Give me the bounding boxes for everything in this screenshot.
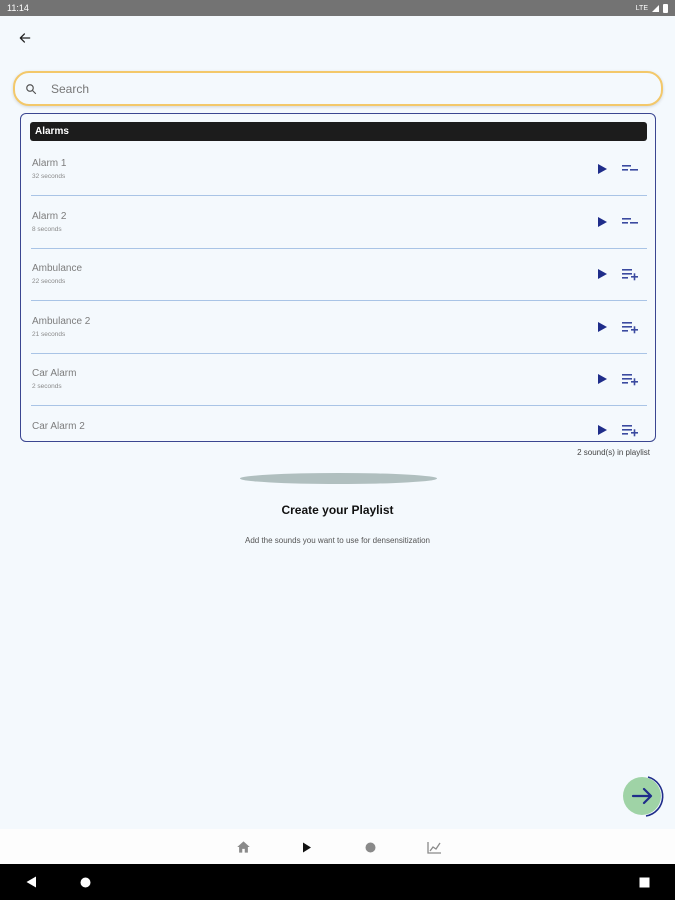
- battery-icon: [663, 3, 668, 13]
- status-icons: LTE: [635, 3, 668, 13]
- sound-duration: 2 seconds: [32, 383, 62, 390]
- circle-icon: [365, 842, 375, 852]
- category-header: Alarms: [30, 122, 647, 141]
- sound-duration: 8 seconds: [32, 226, 62, 233]
- sound-row[interactable]: Car Alarm 2: [31, 407, 647, 441]
- playlist-subtitle: Add the sounds you want to use for dense…: [244, 536, 430, 545]
- sound-row[interactable]: Alarm 2 8 seconds: [31, 197, 647, 249]
- sound-row[interactable]: Car Alarm 2 seconds: [31, 354, 647, 406]
- system-home-button[interactable]: [76, 873, 94, 891]
- system-recents-button[interactable]: [635, 873, 653, 891]
- triangle-back-icon: [26, 876, 36, 888]
- nav-home[interactable]: [233, 837, 253, 857]
- sound-duration: 22 seconds: [32, 278, 66, 285]
- category-name: Alarms: [35, 126, 69, 137]
- nav-stats[interactable]: [424, 837, 444, 857]
- sound-title: Ambulance 2: [32, 316, 91, 327]
- play-icon[interactable]: [596, 321, 608, 333]
- home-icon: [236, 841, 250, 853]
- play-icon[interactable]: [596, 268, 608, 280]
- arrow-left-icon: [19, 33, 31, 43]
- nav-play[interactable]: [297, 837, 317, 857]
- nav-record[interactable]: [360, 837, 380, 857]
- playlist-remove-icon[interactable]: [621, 215, 639, 229]
- play-icon[interactable]: [596, 424, 608, 436]
- chart-icon: [426, 841, 441, 854]
- playlist-count: 2 sound(s) in playlist: [577, 448, 650, 457]
- signal-icon: [652, 4, 659, 12]
- sound-row[interactable]: Ambulance 22 seconds: [31, 249, 647, 301]
- next-button[interactable]: [621, 773, 665, 818]
- search-bar[interactable]: [13, 71, 663, 106]
- status-bar: 11:14 LTE: [0, 0, 675, 16]
- sound-title: Alarm 1: [32, 158, 67, 169]
- playlist-remove-icon[interactable]: [621, 162, 639, 176]
- sound-duration: 21 seconds: [32, 331, 66, 338]
- system-nav-bar: [0, 864, 675, 900]
- search-input[interactable]: [51, 81, 611, 96]
- square-recents-icon: [639, 877, 649, 887]
- playlist-add-icon[interactable]: [621, 423, 639, 437]
- status-time: 11:14: [7, 3, 29, 13]
- sound-title: Ambulance: [32, 263, 83, 274]
- home-dot-icon: [80, 877, 90, 887]
- sound-title: Car Alarm 2: [32, 421, 85, 432]
- playlist-title: Create your Playlist: [281, 503, 394, 517]
- back-button[interactable]: [14, 28, 36, 48]
- sound-title: Car Alarm: [32, 368, 77, 379]
- play-icon[interactable]: [596, 216, 608, 228]
- network-label: LTE: [635, 4, 648, 12]
- sound-row[interactable]: Alarm 1 32 seconds: [31, 144, 647, 196]
- sound-row[interactable]: Ambulance 2 21 seconds: [31, 302, 647, 354]
- search-icon: [26, 83, 37, 94]
- sound-list[interactable]: Alarms Alarm 1 32 seconds Alarm 2 8 seco…: [20, 113, 656, 442]
- play-icon: [303, 842, 311, 852]
- system-back-button[interactable]: [22, 873, 40, 891]
- sound-duration: 32 seconds: [32, 173, 66, 180]
- playlist-add-icon[interactable]: [621, 267, 639, 281]
- playlist-add-icon[interactable]: [621, 320, 639, 334]
- bottom-navigation: [0, 829, 675, 864]
- play-icon[interactable]: [596, 373, 608, 385]
- sound-title: Alarm 2: [32, 211, 67, 222]
- play-icon[interactable]: [596, 163, 608, 175]
- playlist-add-icon[interactable]: [621, 372, 639, 386]
- sheet-handle[interactable]: [240, 473, 437, 484]
